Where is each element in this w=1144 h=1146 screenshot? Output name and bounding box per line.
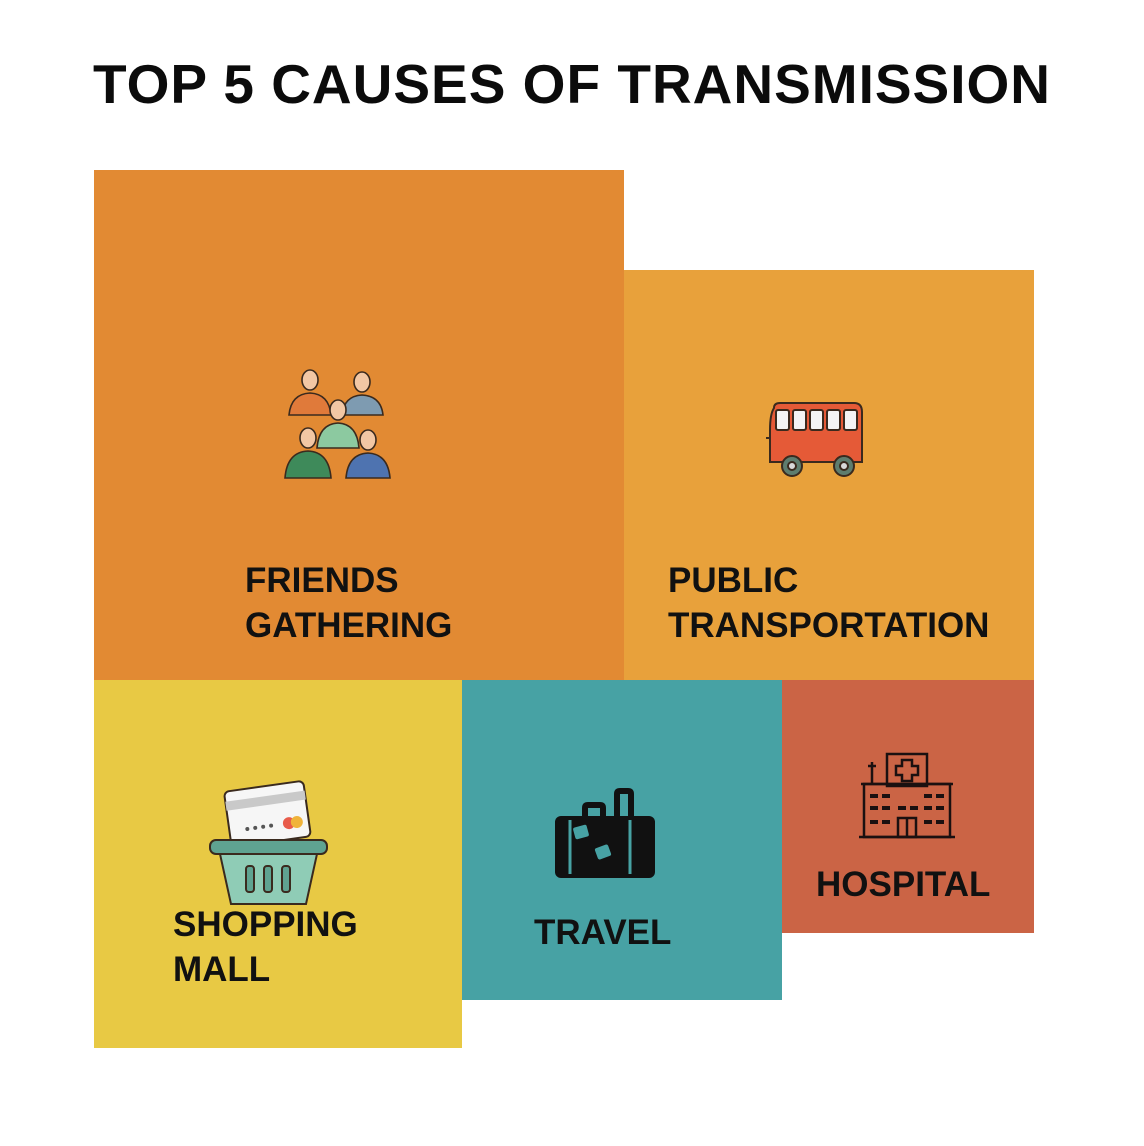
label-line: TRAVEL — [534, 913, 672, 952]
tile-friends-gathering: FRIENDS GATHERING — [94, 170, 624, 680]
tile-label-friends-gathering: FRIENDS GATHERING — [245, 558, 452, 648]
label-line: SHOPPING — [173, 905, 358, 944]
tile-public-transportation: PUBLIC TRANSPORTATION — [624, 270, 1034, 680]
tile-label-shopping-mall: SHOPPING MALL — [173, 902, 358, 992]
shopping-basket-icon — [209, 780, 328, 905]
label-line: MALL — [173, 950, 271, 989]
label-line: TRANSPORTATION — [668, 606, 990, 645]
tile-travel: TRAVEL — [462, 680, 782, 1000]
page-title: TOP 5 CAUSES OF TRANSMISSION — [92, 53, 1052, 115]
tile-label-hospital: HOSPITAL — [816, 862, 990, 907]
tile-hospital: HOSPITAL — [782, 680, 1034, 933]
suitcase-icon — [555, 788, 655, 878]
bus-icon — [766, 402, 863, 477]
label-line: GATHERING — [245, 606, 453, 645]
hospital-icon — [859, 752, 955, 839]
label-line: FRIENDS — [245, 561, 399, 600]
label-line: PUBLIC — [668, 561, 799, 600]
label-line: HOSPITAL — [816, 865, 991, 904]
tile-label-public-transportation: PUBLIC TRANSPORTATION — [668, 558, 989, 648]
tile-label-travel: TRAVEL — [534, 910, 671, 955]
tile-shopping-mall: SHOPPING MALL — [94, 680, 462, 1048]
people-group-icon — [284, 369, 391, 479]
